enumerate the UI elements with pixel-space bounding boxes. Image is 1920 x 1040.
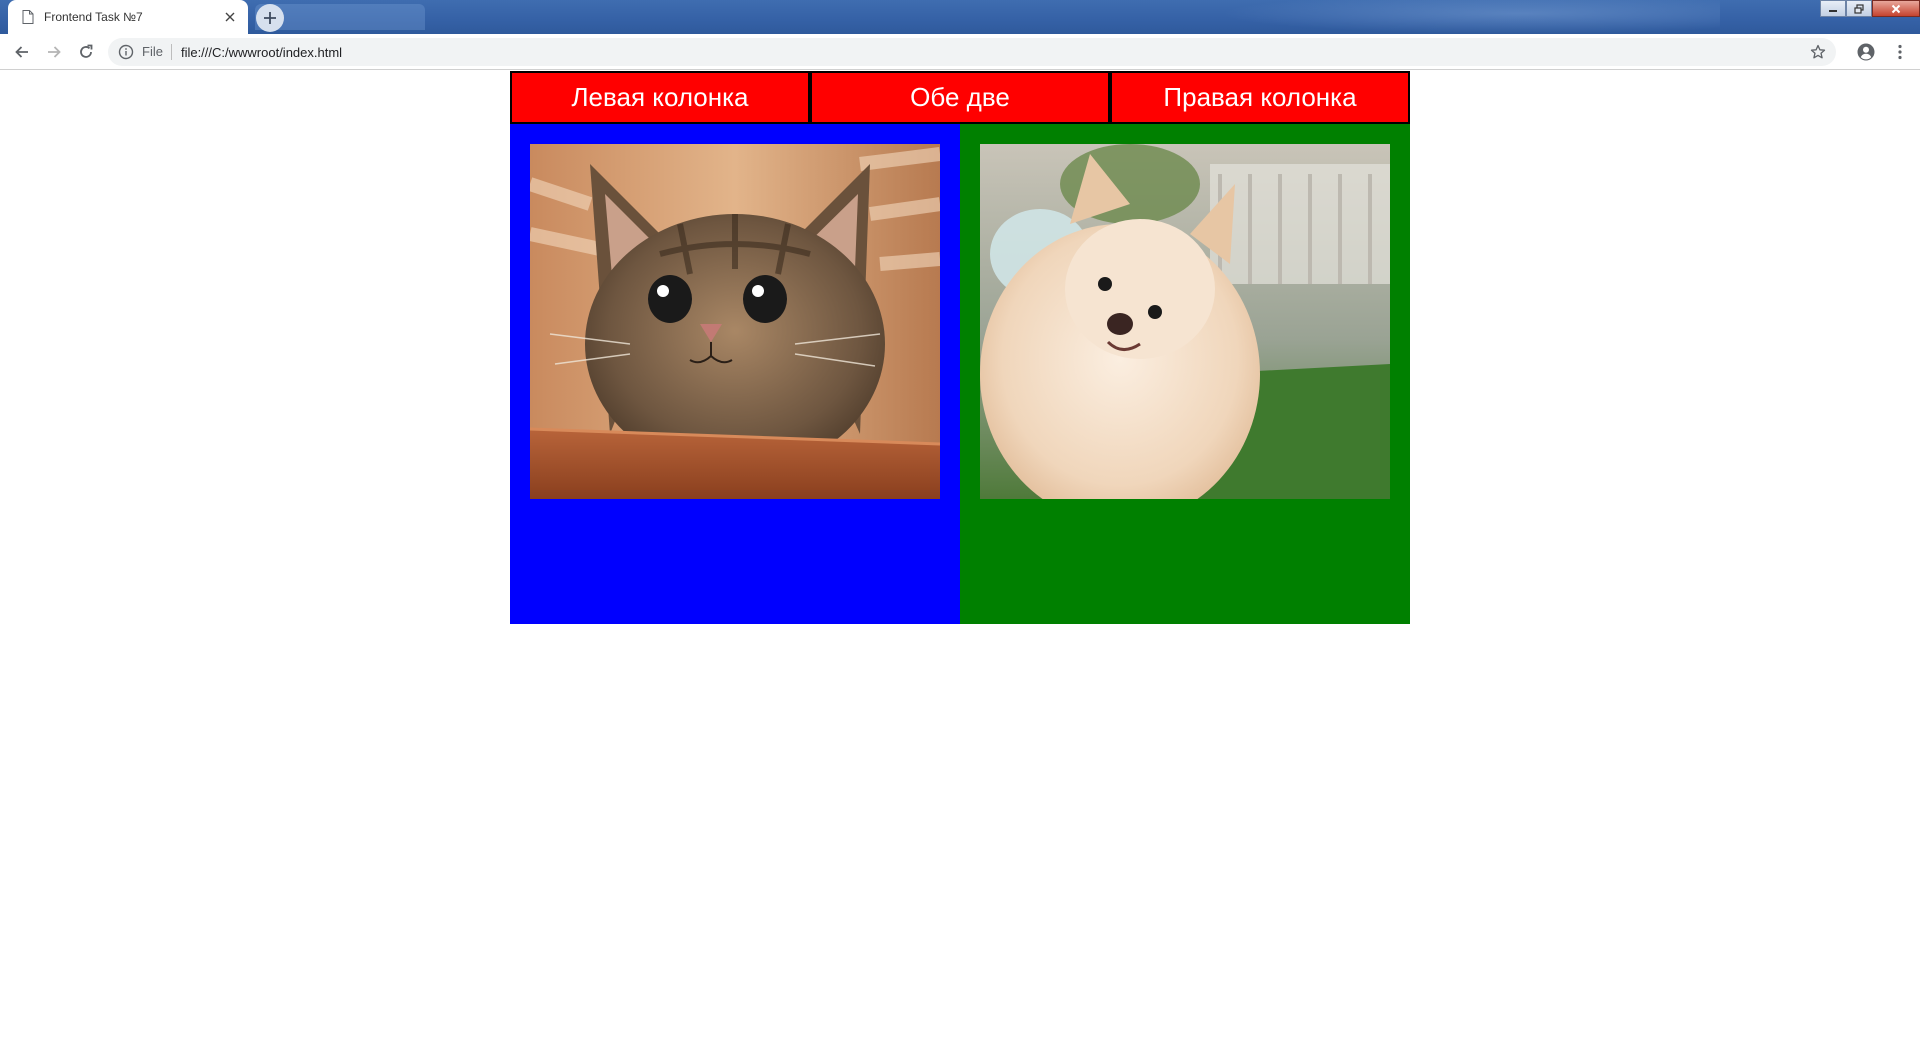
address-bar[interactable]: File file:///C:/wwwroot/index.html (108, 38, 1836, 66)
star-icon[interactable] (1810, 44, 1826, 60)
kebab-menu-icon[interactable] (1890, 42, 1910, 62)
pomeranian-dog-photo (980, 144, 1390, 499)
browser-toolbar: File file:///C:/wwwroot/index.html (0, 34, 1920, 70)
info-icon[interactable] (118, 44, 134, 60)
header-left-column: Левая колонка (510, 71, 810, 124)
header-row: Левая колонка Обе две Правая колонка (510, 71, 1410, 124)
profile-icon[interactable] (1856, 42, 1876, 62)
maximize-icon[interactable] (1846, 0, 1872, 17)
plus-icon (264, 12, 276, 24)
header-both-columns: Обе две (810, 71, 1110, 124)
right-column (960, 124, 1410, 624)
left-column (510, 124, 960, 624)
minimize-icon[interactable] (1820, 0, 1846, 17)
forward-arrow-icon[interactable] (42, 40, 66, 64)
close-icon[interactable] (222, 9, 238, 25)
cat-photo (530, 144, 940, 499)
new-tab-button[interactable] (256, 4, 284, 32)
back-arrow-icon[interactable] (10, 40, 34, 64)
tab-title: Frontend Task №7 (44, 10, 143, 24)
page-icon (22, 10, 34, 24)
browser-tab[interactable]: Frontend Task №7 (8, 0, 248, 34)
reload-icon[interactable] (74, 40, 98, 64)
columns (510, 124, 1410, 624)
scheme-label: File (142, 44, 172, 60)
url-text[interactable]: file:///C:/wwwroot/index.html (181, 45, 342, 60)
header-right-column: Правая колонка (1110, 71, 1410, 124)
window-close-icon[interactable] (1872, 0, 1920, 17)
window-controls (1820, 0, 1920, 18)
page-content: Левая колонка Обе две Правая колонка (510, 71, 1410, 624)
window-titlebar: Frontend Task №7 (0, 0, 1920, 34)
